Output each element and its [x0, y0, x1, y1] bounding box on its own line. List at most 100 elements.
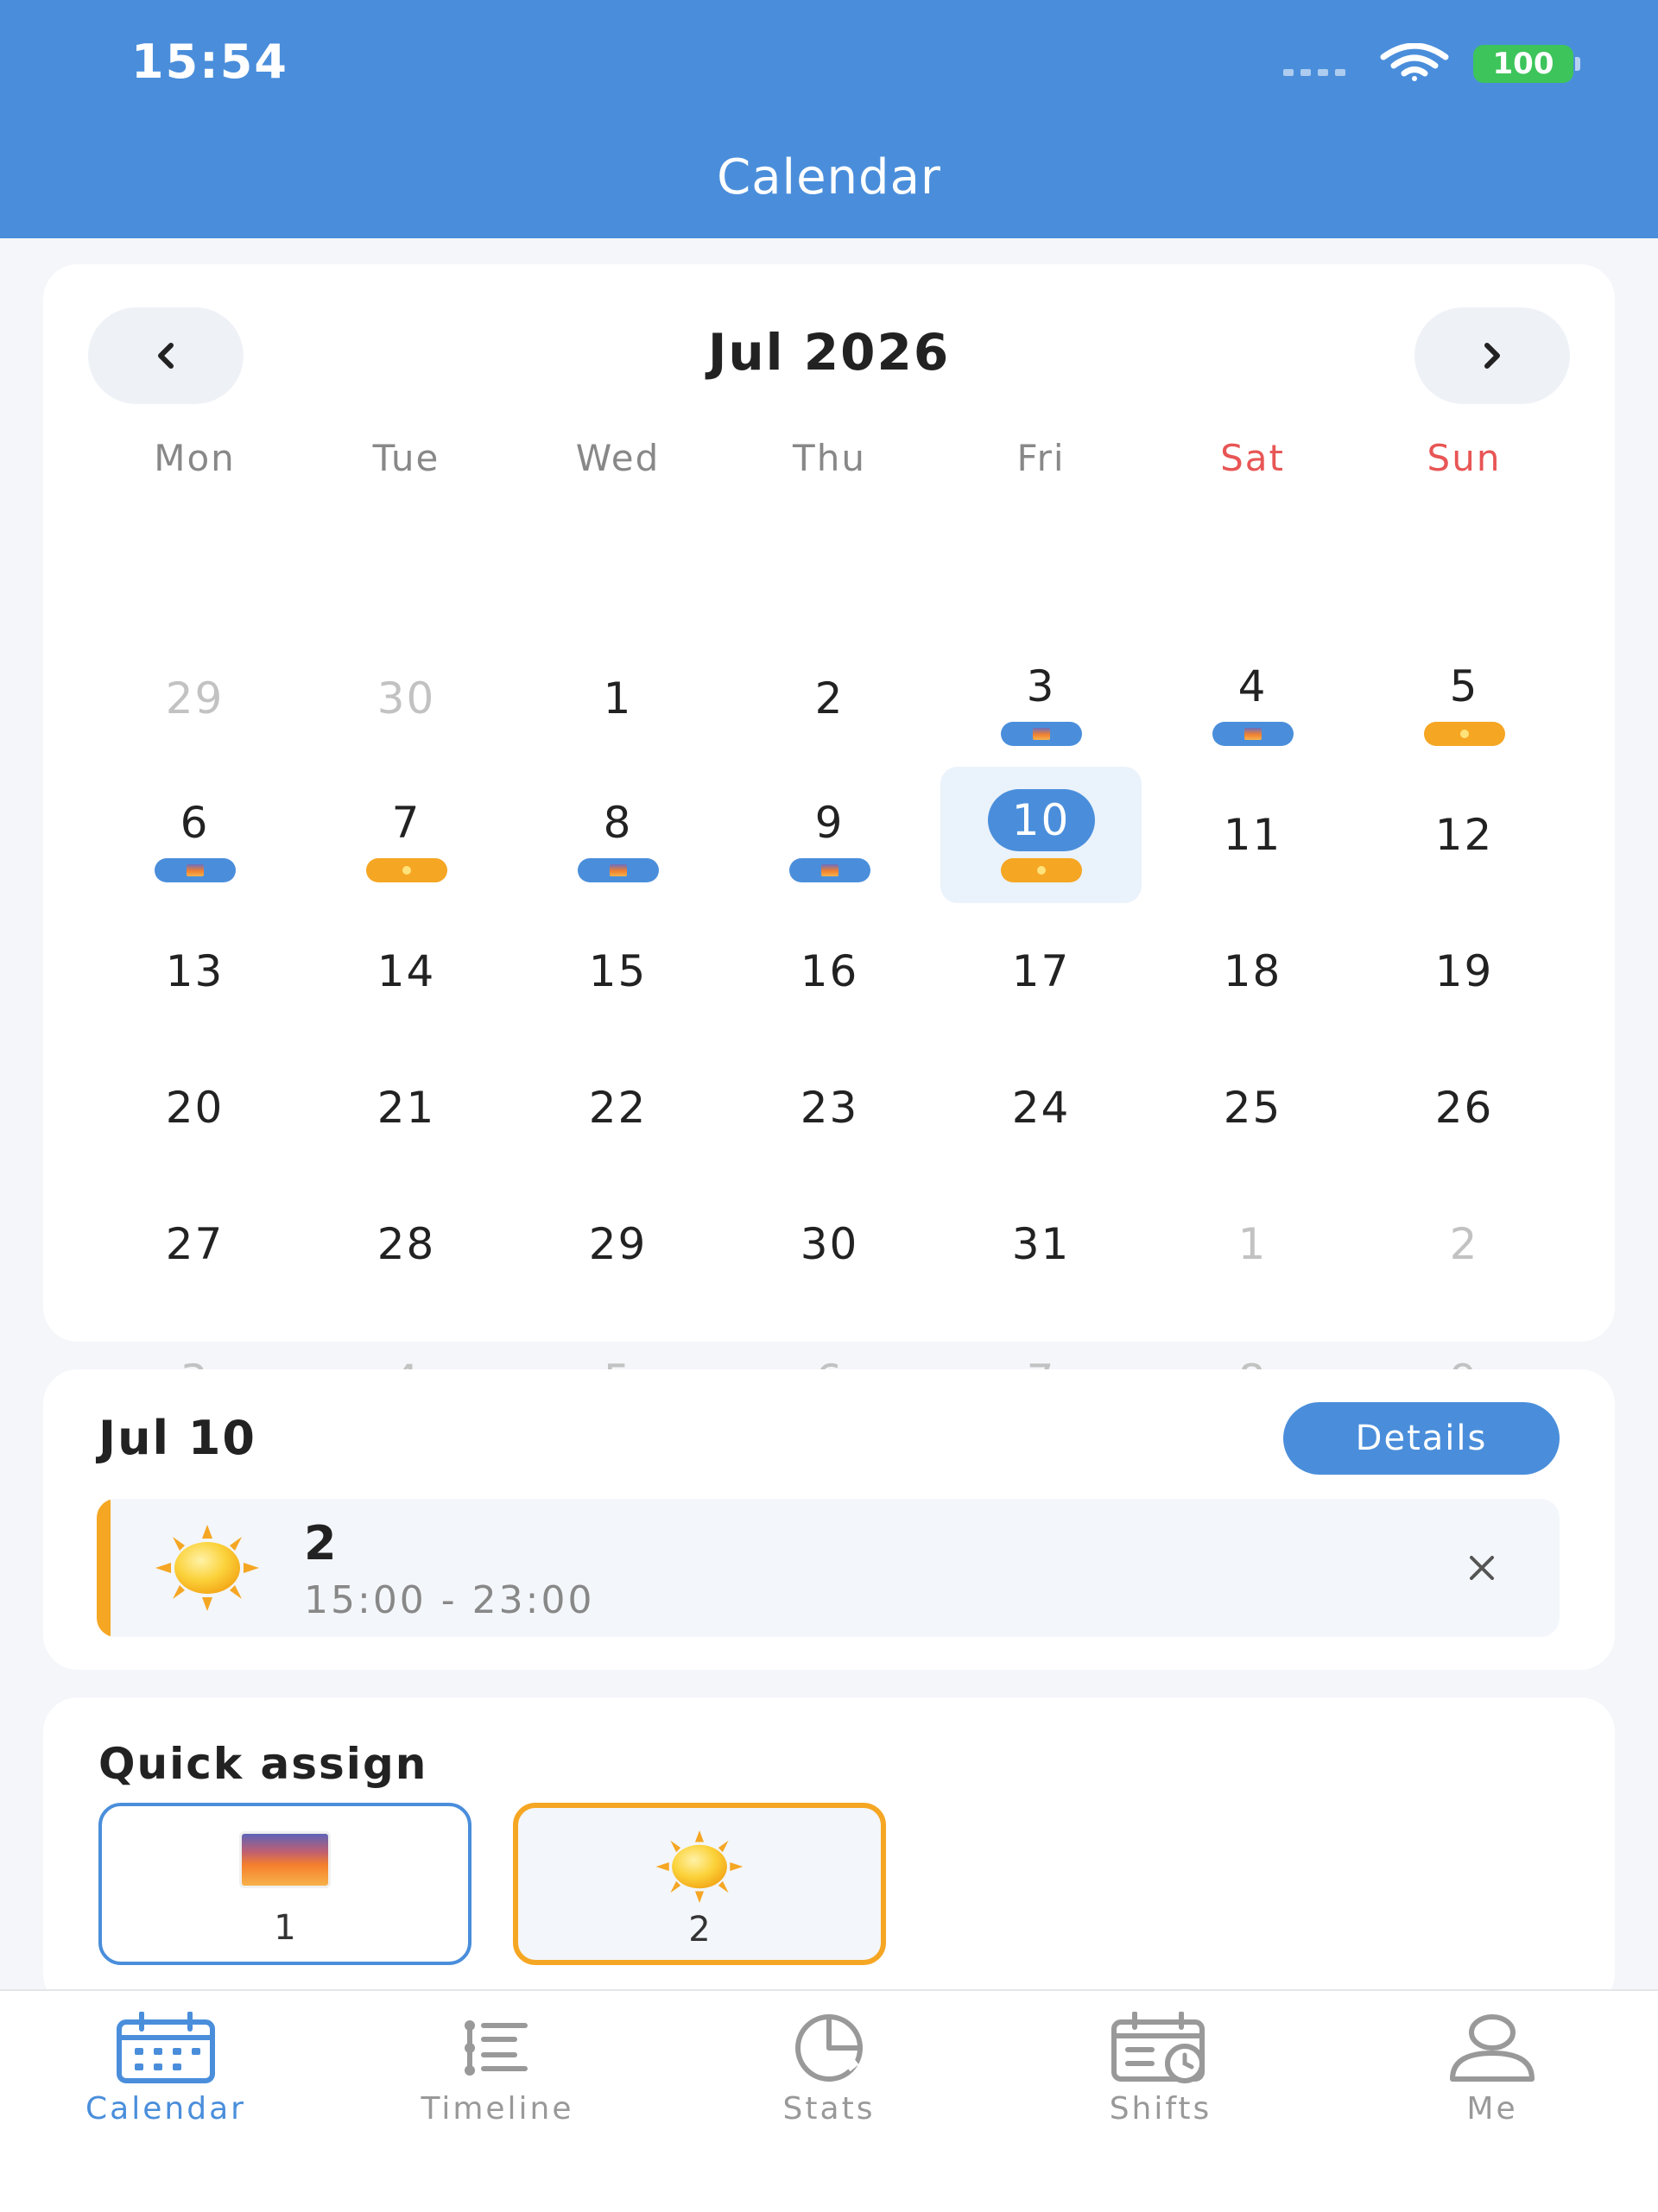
tab-label: Calendar: [85, 2091, 246, 2127]
tab-label: Timeline: [421, 2091, 574, 2127]
weekday-label: Mon: [154, 437, 236, 479]
bottom-tab-bar: Calendar Timeline Stats Shifts Me: [0, 1989, 1658, 2212]
quick-assign-card: Quick assign 1 2: [43, 1697, 1615, 2008]
day-number: 12: [1434, 810, 1494, 860]
calendar-day[interactable]: 30: [301, 630, 512, 767]
calendar-day[interactable]: 2: [724, 630, 935, 767]
tab-label: Me: [1466, 2091, 1518, 2127]
selected-date-title: Jul 10: [98, 1411, 256, 1465]
calendar-day[interactable]: 7: [301, 767, 512, 903]
day-number: 31: [1011, 1219, 1071, 1269]
calendar-day[interactable]: 29: [512, 1176, 724, 1312]
calendar-day[interactable]: 17: [935, 903, 1147, 1040]
calendar-day[interactable]: 26: [1358, 1040, 1570, 1176]
quick-assign-shift-2[interactable]: 2: [513, 1803, 886, 1965]
shift-time-range: 15:00 - 23:00: [304, 1578, 595, 1622]
day-number: 7: [391, 798, 421, 848]
day-number: 30: [800, 1219, 859, 1269]
remove-shift-button[interactable]: [1463, 1549, 1501, 1587]
calendar-day[interactable]: 1: [512, 630, 724, 767]
shift-chip-sunrise: [1000, 722, 1082, 746]
tab-stats[interactable]: Stats: [663, 2007, 995, 2127]
timeline-icon: [465, 2020, 528, 2076]
calendar-day[interactable]: 12: [1358, 767, 1570, 903]
calendar-day[interactable]: 4: [1147, 630, 1358, 767]
next-month-button[interactable]: [1414, 307, 1570, 404]
day-number: 17: [1011, 946, 1071, 996]
sun-icon: [655, 1830, 744, 1903]
day-number: 29: [165, 673, 225, 724]
month-title: Jul 2026: [707, 323, 951, 382]
calendar-day[interactable]: 3: [935, 630, 1147, 767]
day-number: 10: [987, 789, 1095, 851]
battery-indicator: 100: [1473, 45, 1580, 83]
calendar-day[interactable]: 1: [1147, 1176, 1358, 1312]
day-number: 15: [588, 946, 648, 996]
calendar-day[interactable]: 29: [89, 630, 301, 767]
calendar-day[interactable]: 27: [89, 1176, 301, 1312]
weekday-label: Sun: [1427, 437, 1502, 479]
calendar-day[interactable]: 22: [512, 1040, 724, 1176]
calendar-day[interactable]: 8: [512, 767, 724, 903]
shift-entry[interactable]: 2 15:00 - 23:00: [97, 1499, 1560, 1637]
calendar-day[interactable]: 11: [1147, 767, 1358, 903]
weekday-label: Sat: [1220, 437, 1285, 479]
day-number: 5: [1449, 661, 1479, 711]
calendar-day[interactable]: 9: [724, 767, 935, 903]
day-number: 11: [1223, 810, 1282, 860]
calendar-day[interactable]: 25: [1147, 1040, 1358, 1176]
calendar-day[interactable]: 31: [935, 1176, 1147, 1312]
calendar-day[interactable]: 19: [1358, 903, 1570, 1040]
quick-assign-shift-1[interactable]: 1: [98, 1803, 471, 1965]
day-number: 22: [588, 1083, 648, 1133]
calendar-day[interactable]: 2: [1358, 1176, 1570, 1312]
tab-timeline[interactable]: Timeline: [332, 2007, 663, 2127]
calendar-day-selected[interactable]: 10: [935, 767, 1147, 903]
pie-chart-icon: [795, 2014, 863, 2082]
calendar-day[interactable]: 20: [89, 1040, 301, 1176]
status-time: 15:54: [131, 35, 288, 89]
sunrise-icon: [242, 1834, 328, 1886]
day-number: 25: [1223, 1083, 1282, 1133]
tab-shifts[interactable]: Shifts: [995, 2007, 1326, 2127]
calendar-day[interactable]: 16: [724, 903, 935, 1040]
sun-icon: [155, 1525, 259, 1611]
day-number: 20: [165, 1083, 225, 1133]
day-number: 14: [377, 946, 436, 996]
day-number: 13: [165, 946, 225, 996]
day-number: 1: [603, 673, 633, 724]
shifts-calendar-icon: [1111, 2012, 1205, 2083]
day-number: 18: [1223, 946, 1282, 996]
calendar-card: Jul 2026 Mon Tue Wed Thu Fri Sat Sun 29 3…: [43, 264, 1615, 1406]
quick-assign-label: 2: [688, 1910, 711, 1950]
calendar-day[interactable]: 14: [301, 903, 512, 1040]
calendar-day[interactable]: 15: [512, 903, 724, 1040]
calendar-day[interactable]: 6: [89, 767, 301, 903]
day-number: 6: [180, 798, 210, 848]
day-number: 26: [1434, 1083, 1494, 1133]
tab-me[interactable]: Me: [1326, 2007, 1658, 2127]
calendar-day[interactable]: 23: [724, 1040, 935, 1176]
close-icon: [1470, 1556, 1494, 1580]
details-button[interactable]: Details: [1283, 1402, 1560, 1475]
weekday-label: Fri: [1016, 437, 1066, 479]
calendar-day[interactable]: 5: [1358, 630, 1570, 767]
day-number: 24: [1011, 1083, 1071, 1133]
day-number: 2: [1449, 1219, 1479, 1269]
shift-chip-sun: [365, 858, 447, 882]
tab-calendar[interactable]: Calendar: [0, 2007, 332, 2127]
weekday-label: Thu: [793, 437, 866, 479]
calendar-day[interactable]: 13: [89, 903, 301, 1040]
calendar-day[interactable]: 28: [301, 1176, 512, 1312]
shift-name: 2: [304, 1516, 337, 1571]
weekday-label: Wed: [575, 437, 661, 479]
calendar-day[interactable]: 24: [935, 1040, 1147, 1176]
calendar-day[interactable]: 18: [1147, 903, 1358, 1040]
day-number: 28: [377, 1219, 436, 1269]
weekday-header: Mon Tue Wed Thu Fri Sat Sun: [89, 437, 1570, 479]
shift-chip-sunrise: [154, 858, 236, 882]
calendar-day[interactable]: 21: [301, 1040, 512, 1176]
day-number: 23: [800, 1083, 859, 1133]
calendar-day[interactable]: 30: [724, 1176, 935, 1312]
tab-label: Shifts: [1109, 2091, 1212, 2127]
